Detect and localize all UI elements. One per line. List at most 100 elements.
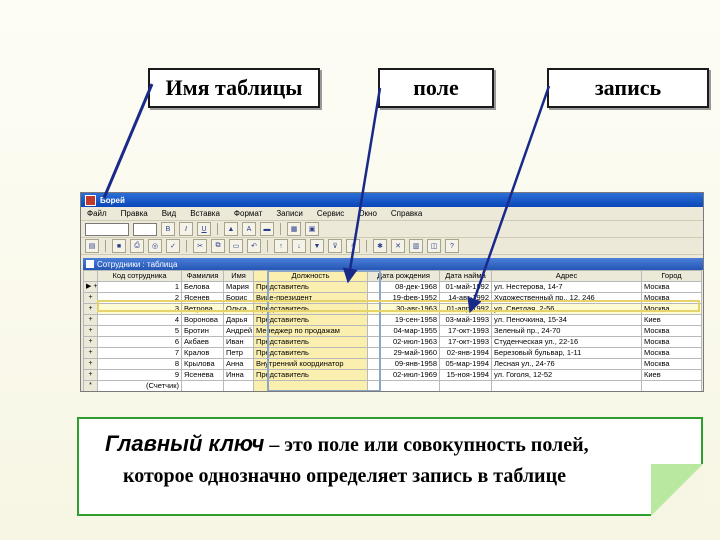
cell-last-name[interactable] [181, 380, 224, 391]
cell-id[interactable]: 4 [97, 314, 182, 326]
font-color-icon[interactable]: A [242, 222, 256, 236]
table-row[interactable]: + 7 Кралов Петр Представитель 29-май-196… [83, 347, 702, 359]
cell-id[interactable]: 6 [97, 336, 182, 348]
row-selector[interactable]: + [83, 358, 98, 370]
cell-city[interactable]: Москва [641, 358, 702, 370]
cell-position[interactable]: Менеджер по продажам [253, 325, 368, 337]
find-icon[interactable]: ⌕ [346, 239, 360, 253]
row-selector[interactable]: + [83, 336, 98, 348]
database-window-icon[interactable]: ▥ [409, 239, 423, 253]
cell-position[interactable]: Представитель [253, 281, 368, 293]
cell-last-name[interactable]: Ветрова [181, 303, 224, 315]
cell-last-name[interactable]: Ясенев [181, 292, 224, 304]
undo-icon[interactable]: ↶ [247, 239, 261, 253]
cell-city[interactable]: Москва [641, 303, 702, 315]
menu-item-file[interactable]: Файл [87, 209, 107, 218]
cell-position[interactable]: Вице-президент [253, 292, 368, 304]
cell-birth-date[interactable]: 02-июл-1963 [367, 336, 440, 348]
cell-hire-date[interactable]: 17-окт-1993 [439, 325, 492, 337]
filter-icon[interactable]: ▼ [310, 239, 324, 253]
table-row[interactable]: + 2 Ясенев Борис Вице-президент 19-фев-1… [83, 292, 702, 304]
cell-first-name[interactable]: Мария [223, 281, 254, 293]
new-record-icon[interactable]: ✱ [373, 239, 387, 253]
cell-city[interactable]: Москва [641, 347, 702, 359]
cell-hire-date[interactable]: 17-окт-1993 [439, 336, 492, 348]
row-selector[interactable]: + [83, 369, 98, 381]
font-select[interactable] [85, 222, 129, 236]
sort-descending-icon[interactable]: ↓ [292, 239, 306, 253]
menu-item-insert[interactable]: Вставка [190, 209, 220, 218]
column-header[interactable]: Город [641, 270, 702, 282]
menu-item-help[interactable]: Справка [391, 209, 422, 218]
cell-hire-date[interactable] [439, 380, 492, 391]
apply-filter-icon[interactable]: ⊽ [328, 239, 342, 253]
new-object-icon[interactable]: ◫ [427, 239, 441, 253]
cell-birth-date[interactable]: 19-сен-1958 [367, 314, 440, 326]
help-icon[interactable]: ? [445, 239, 459, 253]
cell-address[interactable]: Художественный пр., 12, 246 [491, 292, 642, 304]
column-header[interactable]: Дата найма [439, 270, 492, 282]
row-selector[interactable]: + [83, 325, 98, 337]
column-header[interactable]: Адрес [491, 270, 642, 282]
bold-icon[interactable]: B [161, 222, 175, 236]
cell-id[interactable]: 1 [97, 281, 182, 293]
row-selector-header[interactable] [83, 270, 98, 282]
cell-city[interactable]: Киев [641, 314, 702, 326]
cell-position[interactable] [253, 380, 368, 391]
cell-city[interactable]: Москва [641, 292, 702, 304]
cell-city[interactable]: Москва [641, 281, 702, 293]
cell-first-name[interactable]: Инна [223, 369, 254, 381]
table-row[interactable]: + 8 Крылова Анна Внутренний координатор … [83, 358, 702, 370]
cell-birth-date[interactable]: 02-июл-1969 [367, 369, 440, 381]
table-row[interactable]: + 6 Акбаев Иван Представитель 02-июл-196… [83, 336, 702, 348]
cell-last-name[interactable]: Акбаев [181, 336, 224, 348]
cell-last-name[interactable]: Бротин [181, 325, 224, 337]
print-icon[interactable]: ⎙ [130, 239, 144, 253]
paste-icon[interactable]: ▭ [229, 239, 243, 253]
view-icon[interactable]: ▤ [85, 239, 99, 253]
cell-id[interactable]: (Счетчик) [97, 380, 182, 391]
new-record-row[interactable]: * (Счетчик) [83, 380, 702, 391]
cell-id[interactable]: 2 [97, 292, 182, 304]
cell-first-name[interactable]: Дарья [223, 314, 254, 326]
row-selector[interactable]: * [83, 380, 98, 391]
cell-id[interactable]: 3 [97, 303, 182, 315]
menu-item-view[interactable]: Вид [162, 209, 176, 218]
cell-position[interactable]: Представитель [253, 336, 368, 348]
row-selector[interactable]: + [83, 292, 98, 304]
sort-ascending-icon[interactable]: ↑ [274, 239, 288, 253]
menu-item-window[interactable]: Окно [358, 209, 377, 218]
cell-first-name[interactable]: Анна [223, 358, 254, 370]
print-preview-icon[interactable]: ◎ [148, 239, 162, 253]
cell-first-name[interactable]: Иван [223, 336, 254, 348]
column-header[interactable]: Код сотрудника [97, 270, 182, 282]
cell-first-name[interactable]: Петр [223, 347, 254, 359]
cell-position[interactable]: Представитель [253, 347, 368, 359]
cell-last-name[interactable]: Воронова [181, 314, 224, 326]
cell-position[interactable]: Представитель [253, 369, 368, 381]
table-row[interactable]: + 9 Ясенева Инна Представитель 02-июл-19… [83, 369, 702, 381]
italic-icon[interactable]: I [179, 222, 193, 236]
cell-hire-date[interactable]: 02-янв-1994 [439, 347, 492, 359]
cell-birth-date[interactable]: 09-янв-1958 [367, 358, 440, 370]
row-selector[interactable]: ▶ + [83, 281, 98, 293]
column-header[interactable]: Фамилия [181, 270, 224, 282]
fill-color-icon[interactable]: ▲ [224, 222, 238, 236]
cell-address[interactable] [491, 380, 642, 391]
cell-birth-date[interactable]: 29-май-1960 [367, 347, 440, 359]
cell-address[interactable]: ул. Светлая, 2-56 [491, 303, 642, 315]
font-size-select[interactable] [133, 222, 157, 236]
cell-city[interactable]: Москва [641, 336, 702, 348]
table-row-highlighted[interactable]: + 3 Ветрова Ольга Представитель 30-авг-1… [83, 303, 702, 315]
cell-position[interactable]: Представитель [253, 303, 368, 315]
cell-address[interactable]: Студенческая ул., 22-16 [491, 336, 642, 348]
delete-record-icon[interactable]: ✕ [391, 239, 405, 253]
cell-position[interactable]: Внутренний координатор [253, 358, 368, 370]
special-effect-icon[interactable]: ▣ [305, 222, 319, 236]
cell-first-name[interactable]: Борис [223, 292, 254, 304]
cell-address[interactable]: ул. Гоголя, 12-52 [491, 369, 642, 381]
cell-birth-date[interactable]: 30-авг-1963 [367, 303, 440, 315]
cell-hire-date[interactable]: 01-апр-1992 [439, 303, 492, 315]
menu-item-format[interactable]: Формат [234, 209, 262, 218]
cell-birth-date[interactable]: 19-фев-1952 [367, 292, 440, 304]
